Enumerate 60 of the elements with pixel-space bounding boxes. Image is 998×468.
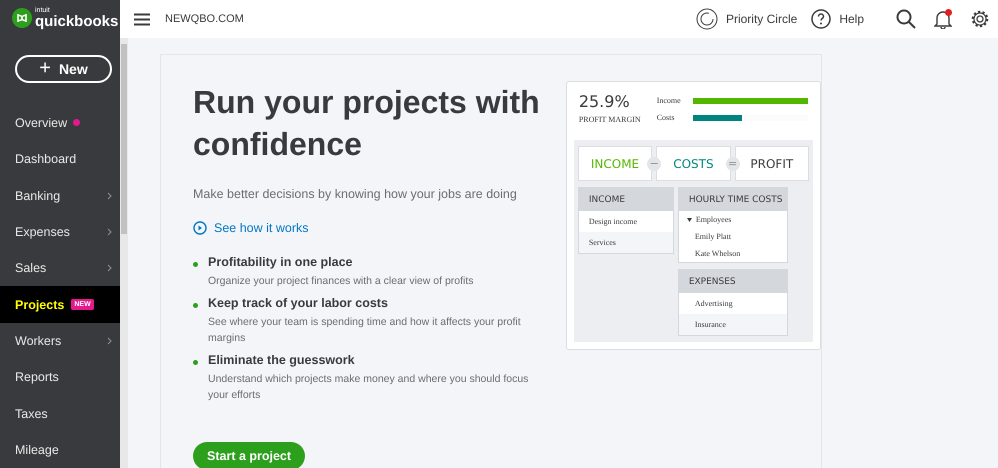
sidebar-label: Workers <box>15 334 62 348</box>
subtitle: Make better decisions by knowing how your jobs are doing <box>193 187 518 201</box>
profit-margin-label: PROFIT MARGIN <box>578 115 641 124</box>
feature-title: Profitability in one place <box>208 255 354 269</box>
feature-title: Keep track of your labor costs <box>208 296 389 310</box>
group-row: Employees <box>678 211 787 228</box>
scrollbar[interactable] <box>120 38 128 468</box>
equation-term: PROFIT <box>734 146 809 181</box>
bullet-dot <box>193 262 198 267</box>
sidebar-item[interactable]: Sales <box>0 250 120 286</box>
feature-title: Eliminate the guesswork <box>208 353 356 367</box>
sidebar-label: Mileage <box>15 442 59 457</box>
sidebar-label: Reports <box>15 370 59 384</box>
sidebar-label: Sales <box>15 261 46 276</box>
play-icon <box>193 221 207 235</box>
table-row: Insurance <box>678 314 787 335</box>
feature-text: Organize your project finances with a clear view of profits <box>208 274 474 289</box>
table-header: HOURLY TIME COSTS <box>678 188 787 211</box>
sidebar-item[interactable]: Mileage <box>0 432 120 468</box>
table-row-text: Emily Platt <box>694 231 732 243</box>
table-row: Services <box>578 232 673 253</box>
bar-label: Income <box>656 96 682 105</box>
search-icon[interactable] <box>896 9 916 29</box>
sidebar-label: Overview <box>15 116 68 130</box>
menu-icon[interactable] <box>134 12 150 26</box>
sidebar-item[interactable]: Overview <box>0 104 120 141</box>
settings-icon[interactable] <box>970 9 990 29</box>
help-button[interactable]: Help <box>811 9 864 29</box>
table-header: EXPENSES <box>678 270 787 293</box>
sidebar-item[interactable]: Expenses <box>0 214 120 250</box>
page-title: Run your projects with confidence <box>193 83 541 164</box>
logo-text: quickbooks <box>35 14 118 30</box>
equation-term: INCOME <box>578 146 652 181</box>
bullet-dot <box>193 303 198 308</box>
equation-term: COSTS <box>656 146 731 181</box>
bullet-dot <box>193 360 198 365</box>
help-icon <box>811 9 832 29</box>
sidebar-label: Taxes <box>15 406 48 421</box>
sidebar-item[interactable]: Reports <box>0 359 120 396</box>
table-header: INCOME <box>578 188 673 211</box>
new-button[interactable]: + New <box>15 54 112 83</box>
bar-label: Costs <box>656 113 676 122</box>
feature-text: See where your team is spending time and how it affects your profit margins <box>208 315 522 346</box>
caret-icon <box>686 218 692 222</box>
sidebar-item[interactable]: Dashboard <box>0 140 120 178</box>
sidebar-item[interactable]: Taxes <box>0 395 120 432</box>
video-link[interactable]: See how it works <box>193 221 548 235</box>
feature-text: Understand which projects make money and where you should focus your efforts <box>208 372 530 403</box>
sidebar-label: Projects <box>15 298 64 312</box>
sidebar-item[interactable]: Workers <box>0 322 120 360</box>
priority-circle-link[interactable]: Priority Circle <box>696 8 798 30</box>
bell-icon[interactable] <box>934 9 952 29</box>
logo-icon <box>12 8 32 28</box>
company-name: NEWQBO.COM <box>165 13 244 25</box>
sidebar-label: Banking <box>15 188 60 202</box>
sidebar-label: Expenses <box>15 224 70 239</box>
table-row-text: Kate Whelson <box>694 248 742 260</box>
sidebar-label: Dashboard <box>15 152 76 166</box>
profit-margin-value: 25.9% <box>578 92 631 111</box>
sidebar-item[interactable]: Banking <box>0 177 120 214</box>
